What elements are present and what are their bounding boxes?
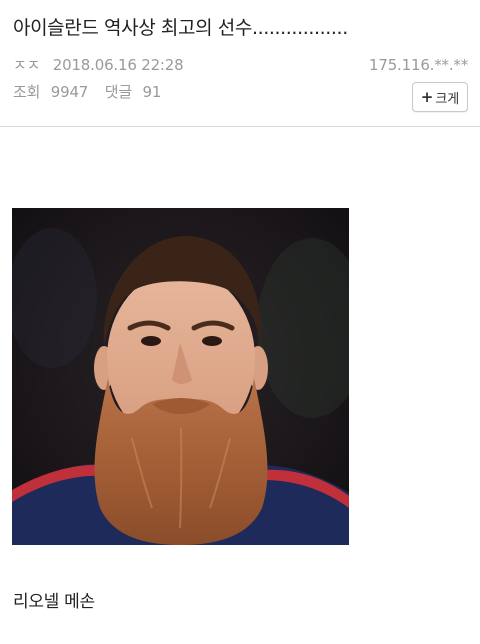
views-count: 9947 (50, 83, 89, 101)
author-ip: 175.116.**.** (369, 56, 468, 74)
author-name[interactable]: ㅈㅈ (13, 56, 40, 74)
post-image-graphic (12, 208, 349, 545)
post-stats-row: 조회 9947 댓글 91 (13, 82, 167, 102)
font-size-button-label: 크게 (435, 91, 460, 107)
comments-count: 91 (142, 83, 162, 101)
views-label: 조회 (13, 83, 41, 101)
font-size-increase-button[interactable]: + 크게 (412, 82, 468, 112)
post-meta-row: ㅈㅈ 2018.06.16 22:28 (13, 55, 189, 75)
plus-icon: + (420, 87, 434, 106)
post-title: 아이슬란드 역사상 최고의 선수................. (13, 17, 348, 39)
comments-label: 댓글 (104, 83, 132, 101)
post-date: 2018.06.16 22:28 (52, 56, 184, 74)
post-image[interactable] (12, 208, 349, 545)
post-header: 아이슬란드 역사상 최고의 선수................. ㅈㅈ 201… (0, 0, 480, 127)
post-body-text: 리오넬 메손 (13, 592, 95, 612)
